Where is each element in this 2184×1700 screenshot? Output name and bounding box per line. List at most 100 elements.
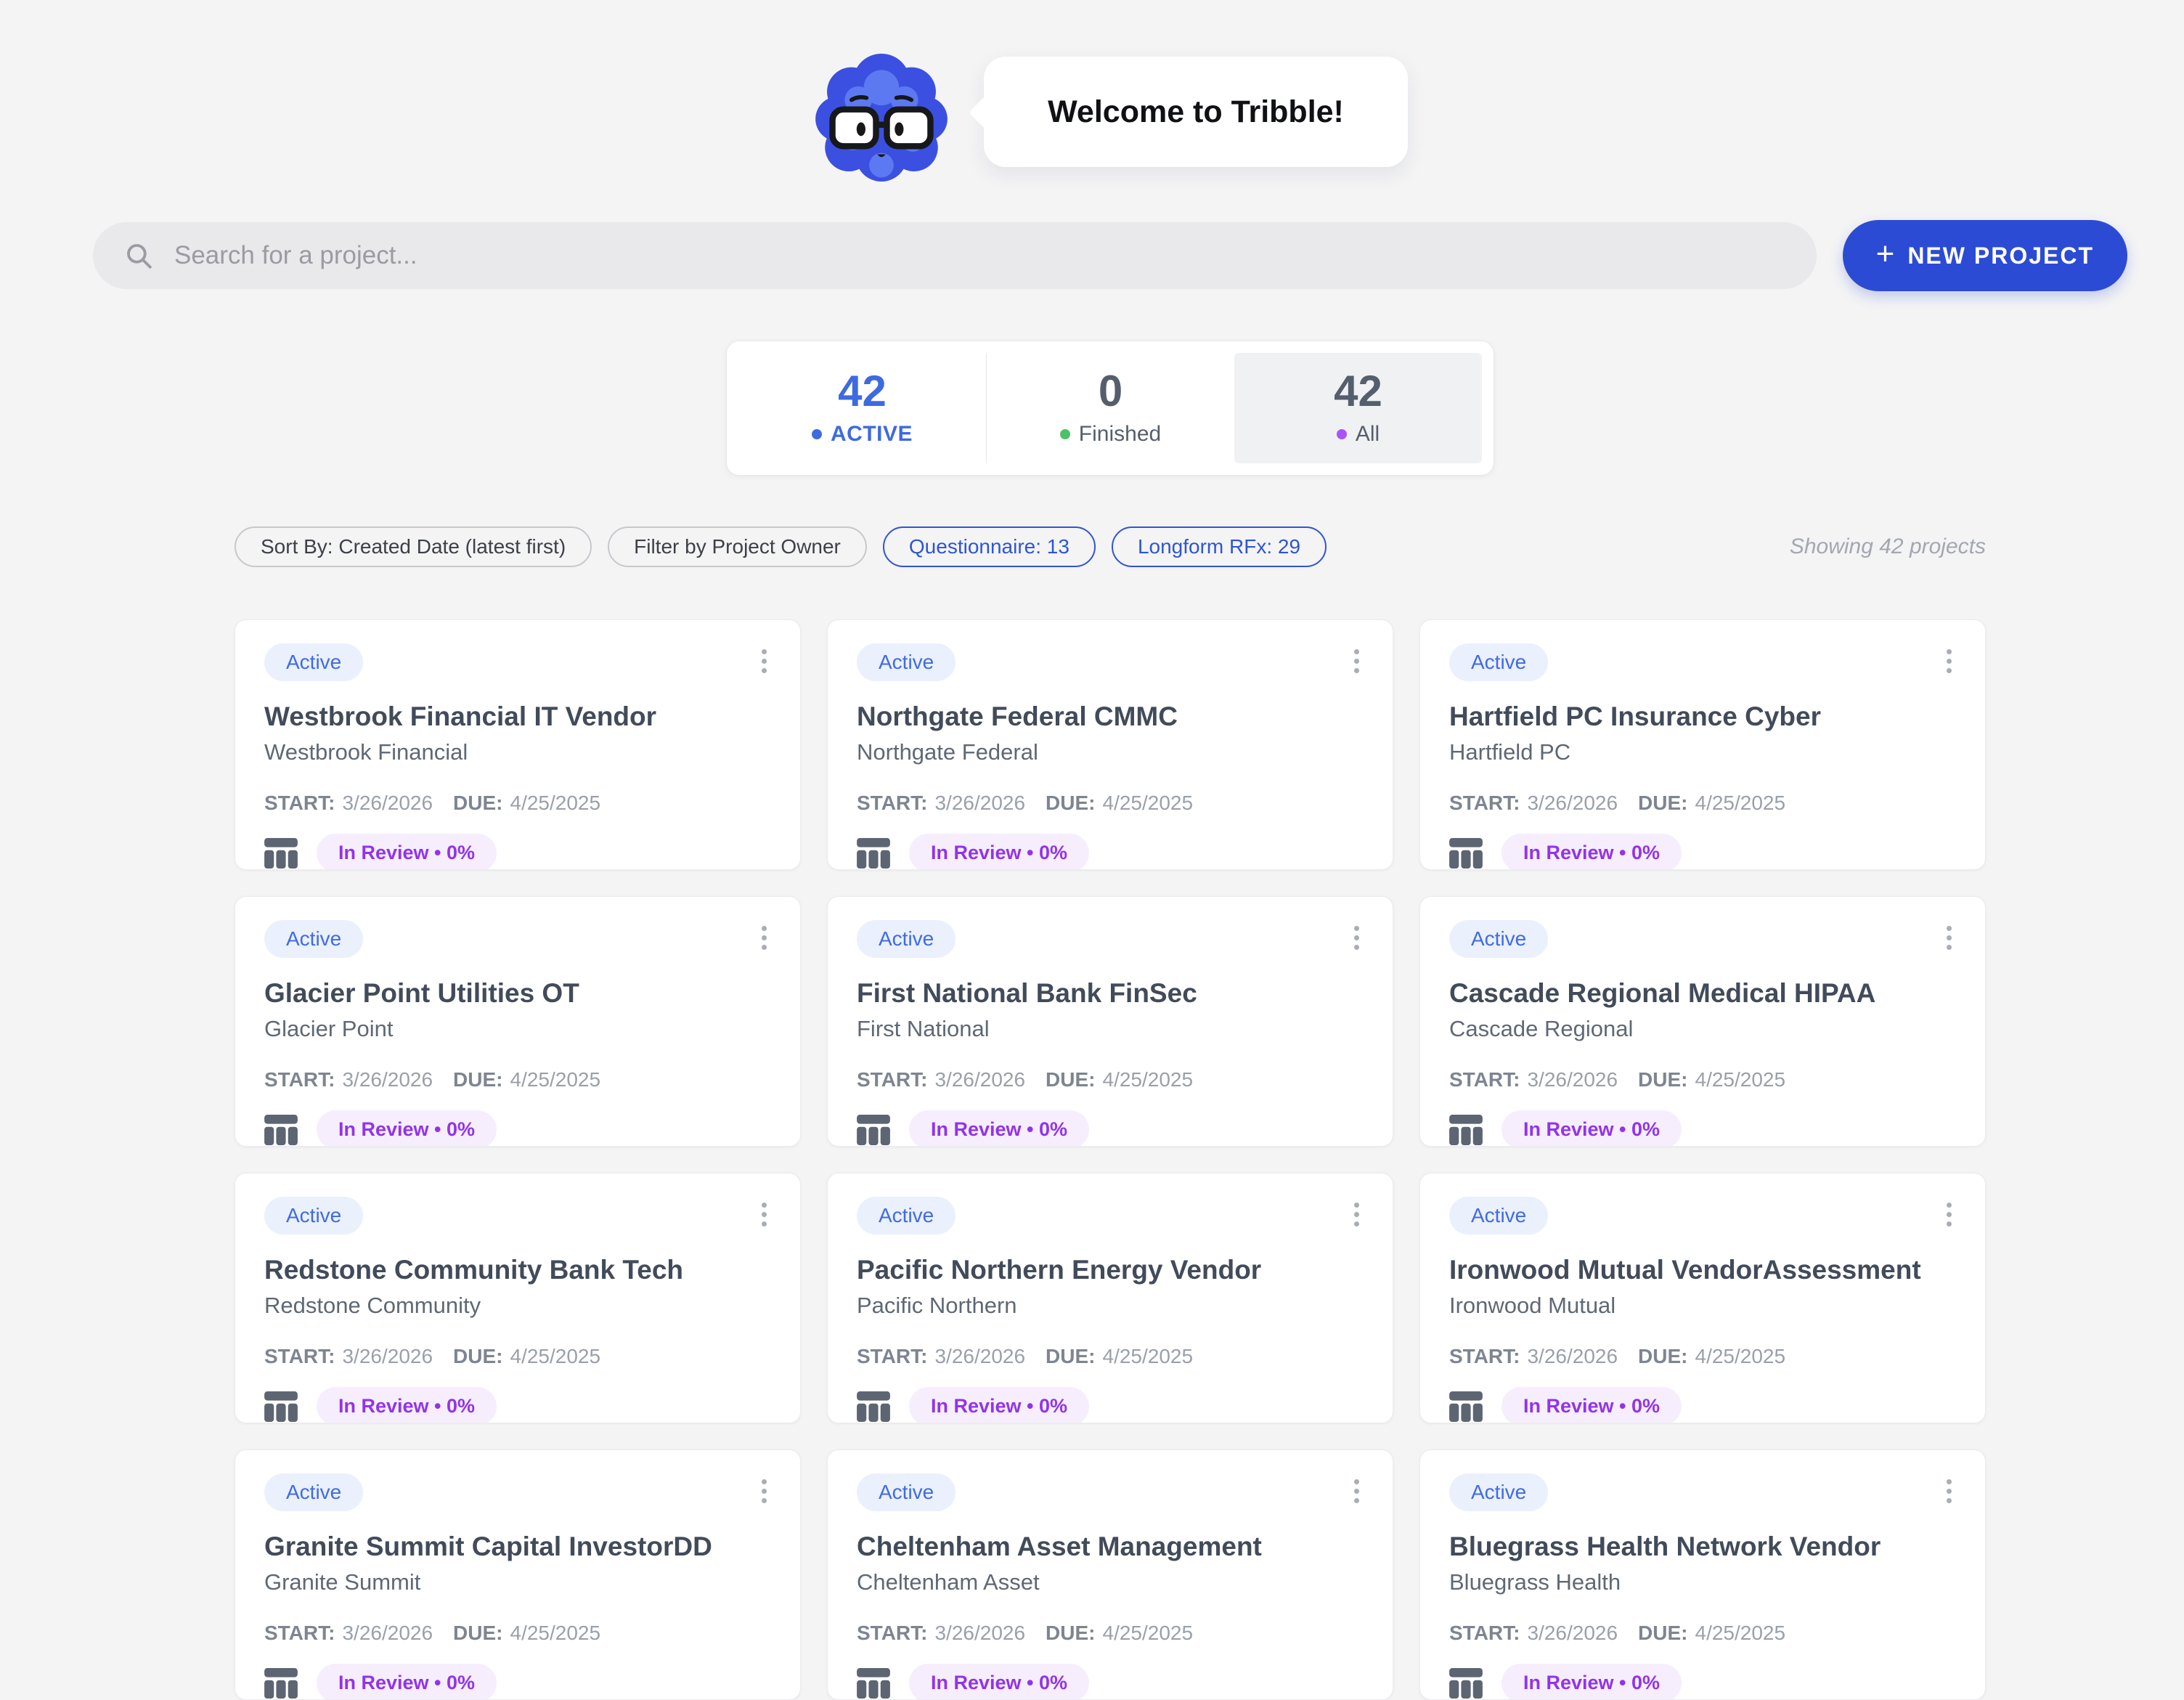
review-progress-badge: In Review • 0% [909,1387,1089,1423]
dot-icon [1354,926,1359,931]
card-footer: In Review • 0% [264,1387,771,1423]
search-bar[interactable] [93,222,1817,289]
card-menu-button[interactable] [1350,920,1364,956]
dot-icon [1947,935,1952,940]
stat-tab-all[interactable]: 42 All [1234,353,1482,463]
due-label: DUE: [453,792,502,815]
status-badge: Active [1449,643,1548,681]
start-label: START: [857,1345,927,1368]
review-progress-badge: In Review • 0% [909,1110,1089,1147]
welcome-text: Welcome to Tribble! [1048,94,1344,130]
project-card[interactable]: Active First National Bank FinSec First … [827,896,1393,1147]
start-date: 3/26/2026 [1527,1068,1618,1091]
stat-tab-active[interactable]: 42 ACTIVE [738,353,987,463]
card-menu-button[interactable] [757,643,771,679]
project-title: First National Bank FinSec [857,978,1364,1009]
project-stats-card: 42 ACTIVE 0 Finished 42 All [726,341,1494,476]
project-card[interactable]: Active Granite Summit Capital InvestorDD… [235,1449,801,1700]
project-card[interactable]: Active Bluegrass Health Network Vendor B… [1419,1449,1986,1700]
company-name: Northgate Federal [857,739,1364,765]
start-label: START: [1449,1345,1520,1368]
card-menu-button[interactable] [757,920,771,956]
due-date: 4/25/2025 [1695,1068,1786,1091]
project-card[interactable]: Active Pacific Northern Energy Vendor Pa… [827,1173,1393,1423]
dot-icon [1947,668,1952,673]
card-menu-button[interactable] [1350,1473,1364,1509]
search-row: + NEW PROJECT [93,220,2127,291]
card-dates: START: 3/26/2026 DUE: 4/25/2025 [264,1068,771,1091]
filter-row: Sort By: Created Date (latest first) Fil… [235,526,1986,567]
project-card[interactable]: Active Cascade Regional Medical HIPAA Ca… [1419,896,1986,1147]
due-label: DUE: [1046,792,1095,815]
card-header: Active [1449,643,1956,681]
sort-by-button[interactable]: Sort By: Created Date (latest first) [235,526,592,567]
table-icon [264,1391,298,1422]
card-menu-button[interactable] [1350,643,1364,679]
start-label: START: [857,792,927,815]
due-label: DUE: [1638,792,1687,815]
status-badge: Active [1449,920,1548,958]
table-icon [1449,838,1483,869]
new-project-button[interactable]: + NEW PROJECT [1843,220,2127,291]
dot-icon [762,945,767,950]
project-card[interactable]: Active Ironwood Mutual VendorAssessment … [1419,1173,1986,1423]
filter-owner-button[interactable]: Filter by Project Owner [608,526,867,567]
questionnaire-filter-button[interactable]: Questionnaire: 13 [883,526,1096,567]
card-header: Active [857,1197,1364,1235]
card-menu-button[interactable] [757,1473,771,1509]
project-title: Redstone Community Bank Tech [264,1255,771,1285]
welcome-bubble: Welcome to Tribble! [984,57,1408,167]
due-date: 4/25/2025 [1695,1622,1786,1645]
stat-tab-finished[interactable]: 0 Finished [987,353,1234,463]
due-label: DUE: [1638,1068,1687,1091]
project-card[interactable]: Active Redstone Community Bank Tech Reds… [235,1173,801,1423]
review-progress-badge: In Review • 0% [317,1664,497,1700]
card-dates: START: 3/26/2026 DUE: 4/25/2025 [1449,1622,1956,1645]
card-menu-button[interactable] [1942,643,1956,679]
due-date: 4/25/2025 [1695,1345,1786,1368]
status-badge: Active [857,920,956,958]
dot-icon [1354,1489,1359,1494]
dot-icon [762,1212,767,1217]
company-name: Ironwood Mutual [1449,1293,1956,1319]
card-menu-button[interactable] [757,1197,771,1232]
card-footer: In Review • 0% [1449,1664,1956,1700]
card-menu-button[interactable] [1942,1473,1956,1509]
new-project-label: NEW PROJECT [1907,243,2094,269]
start-date: 3/26/2026 [1527,1345,1618,1368]
project-card[interactable]: Active Cheltenham Asset Management Chelt… [827,1449,1393,1700]
card-menu-button[interactable] [1942,920,1956,956]
start-date: 3/26/2026 [342,1345,433,1368]
project-card[interactable]: Active Northgate Federal CMMC Northgate … [827,619,1393,870]
dot-icon [1354,668,1359,673]
card-dates: START: 3/26/2026 DUE: 4/25/2025 [857,1622,1364,1645]
review-progress-badge: In Review • 0% [909,1664,1089,1700]
due-date: 4/25/2025 [1103,1622,1194,1645]
card-dates: START: 3/26/2026 DUE: 4/25/2025 [857,1068,1364,1091]
card-footer: In Review • 0% [1449,834,1956,870]
project-card[interactable]: Active Hartfield PC Insurance Cyber Hart… [1419,619,1986,870]
project-title: Northgate Federal CMMC [857,701,1364,732]
due-label: DUE: [1046,1622,1095,1645]
dot-icon [762,1221,767,1227]
search-input[interactable] [173,240,1805,271]
project-card[interactable]: Active Glacier Point Utilities OT Glacie… [235,896,801,1147]
card-header: Active [264,1473,771,1511]
project-card[interactable]: Active Westbrook Financial IT Vendor Wes… [235,619,801,870]
dot-icon [1354,935,1359,940]
all-label-row: All [1337,422,1380,447]
status-badge: Active [264,920,363,958]
company-name: Redstone Community [264,1293,771,1319]
review-progress-badge: In Review • 0% [317,1387,497,1423]
longform-filter-button[interactable]: Longform RFx: 29 [1112,526,1327,567]
project-title: Ironwood Mutual VendorAssessment [1449,1255,1956,1285]
card-menu-button[interactable] [1942,1197,1956,1232]
dot-icon [762,1489,767,1494]
project-title: Bluegrass Health Network Vendor [1449,1532,1956,1562]
start-label: START: [1449,792,1520,815]
start-date: 3/26/2026 [1527,1622,1618,1645]
start-date: 3/26/2026 [934,792,1025,815]
review-progress-badge: In Review • 0% [317,1110,497,1147]
card-menu-button[interactable] [1350,1197,1364,1232]
start-label: START: [264,1622,335,1645]
